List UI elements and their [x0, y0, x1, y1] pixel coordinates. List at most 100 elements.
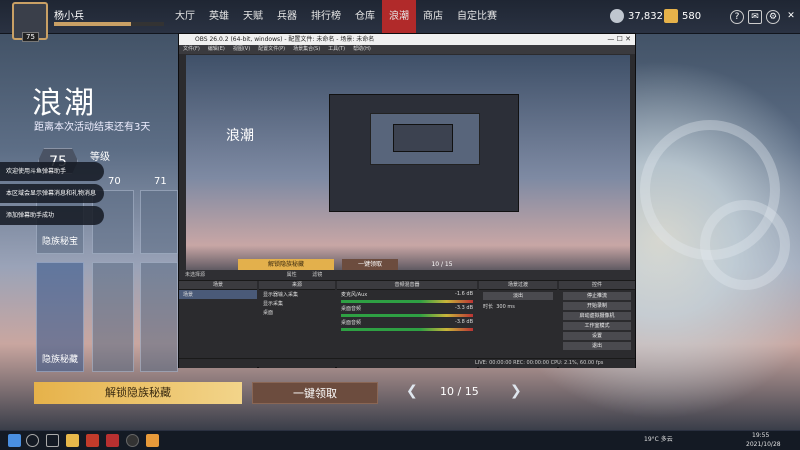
- nav-tab[interactable]: 商店: [416, 0, 450, 34]
- claim-all-button[interactable]: 一键领取: [252, 382, 378, 404]
- main-nav: 大厅 英雄 天赋 兵器 排行榜 仓库 浪潮 商店 自定比赛: [168, 0, 504, 34]
- audio-meter[interactable]: [341, 300, 473, 303]
- no-source-label: 未选择源: [185, 272, 206, 278]
- app-icon[interactable]: [146, 434, 159, 447]
- exit-button[interactable]: 退出: [563, 342, 631, 350]
- audio-meter[interactable]: [341, 328, 473, 331]
- mixer-header: 音频混音器: [337, 281, 477, 290]
- nav-tab[interactable]: 排行榜: [304, 0, 348, 34]
- stop-streaming-button[interactable]: 停止推流: [563, 292, 631, 300]
- next-page-icon[interactable]: ❯: [510, 383, 522, 399]
- audio-meter[interactable]: [341, 314, 473, 317]
- source-item[interactable]: 显示器输入采集: [259, 290, 335, 299]
- obs-titlebar: OBS 26.0.2 (64-bit, windows) - 配置文件: 未命名…: [179, 34, 635, 45]
- chat-notice: 本区域会显示弹幕消息和礼物消息: [0, 184, 104, 203]
- studio-mode-button[interactable]: 工作室模式: [563, 322, 631, 330]
- event-title: 浪潮: [32, 86, 96, 121]
- reward-card-hidden-stash[interactable]: 隐族秘藏: [36, 262, 84, 372]
- obs-menu-item[interactable]: 编辑(E): [208, 45, 225, 54]
- nav-tab[interactable]: 大厅: [168, 0, 202, 34]
- file-explorer-icon[interactable]: [66, 434, 79, 447]
- sources-dock: 来源 显示器输入采集 显示采集 桌面: [259, 281, 335, 368]
- clock-date[interactable]: 2021/10/28: [746, 441, 781, 448]
- app-icon[interactable]: [106, 434, 119, 447]
- app-icon[interactable]: [86, 434, 99, 447]
- reward-card[interactable]: [140, 190, 178, 254]
- currency-silver: 37,832: [610, 9, 663, 23]
- prev-page-icon[interactable]: ❮: [406, 383, 418, 399]
- avatar-level: 75: [22, 32, 39, 42]
- obs-menu-item[interactable]: 场景集合(S): [293, 45, 320, 54]
- nav-tab[interactable]: 兵器: [270, 0, 304, 34]
- top-bar: 75 杨小兵 大厅 英雄 天赋 兵器 排行榜 仓库 浪潮 商店 自定比赛 37,832 580 …: [0, 0, 800, 42]
- filters-button[interactable]: 滤镜: [312, 272, 322, 278]
- transition-select[interactable]: 淡出: [483, 292, 553, 300]
- obs-window-title: OBS 26.0.2 (64-bit, windows) - 配置文件: 未命名…: [195, 36, 375, 43]
- properties-button[interactable]: 属性: [287, 272, 297, 278]
- close-icon[interactable]: ✕: [784, 10, 798, 24]
- nav-tab[interactable]: 自定比赛: [450, 0, 504, 34]
- source-item[interactable]: 桌面: [259, 308, 335, 317]
- cloud-swirl: [700, 200, 790, 290]
- scenes-header: 场景: [179, 281, 257, 290]
- preview-claim-button: 一键领取: [342, 259, 398, 270]
- currency-silver-value: 37,832: [628, 10, 663, 22]
- card-label: 隐族秘宝: [41, 237, 78, 247]
- obs-menu-item[interactable]: 工具(T): [328, 45, 345, 54]
- xp-bar: [54, 22, 164, 26]
- mixer-channel-name: 桌面音频 -3.3 dB: [341, 305, 473, 312]
- scene-item[interactable]: 场景: [179, 290, 257, 299]
- windows-start-icon[interactable]: [8, 434, 21, 447]
- obs-menu-item[interactable]: 视图(V): [233, 45, 250, 54]
- mixer-channel-name: 桌面音频 -3.8 dB: [341, 319, 473, 326]
- start-recording-button[interactable]: 开始录制: [563, 302, 631, 310]
- task-view-icon[interactable]: [46, 434, 59, 447]
- clock-time[interactable]: 19:55: [752, 432, 769, 439]
- page-indicator: 10 / 15: [440, 385, 479, 398]
- nav-tab[interactable]: 英雄: [202, 0, 236, 34]
- mail-icon[interactable]: ✉: [748, 10, 762, 24]
- nav-tab[interactable]: 天赋: [236, 0, 270, 34]
- nav-tab[interactable]: 仓库: [348, 0, 382, 34]
- preview-unlock-button: 解锁隐族秘藏: [238, 259, 334, 270]
- source-item[interactable]: 显示采集: [259, 299, 335, 308]
- settings-button[interactable]: 设置: [563, 332, 631, 340]
- transitions-dock: 场景过渡 淡出 时长 300 ms: [479, 281, 557, 368]
- level-label: 等级: [90, 152, 110, 163]
- duration-row: 时长 300 ms: [483, 304, 515, 310]
- unlock-button[interactable]: 解锁隐族秘藏: [34, 382, 242, 404]
- obs-menu-item[interactable]: 文件(F): [183, 45, 200, 54]
- controls-dock: 控件 停止推流 开始录制 启动虚拟摄像机 工作室模式 设置 退出: [559, 281, 635, 368]
- window-controls[interactable]: — ☐ ✕: [607, 34, 631, 45]
- avatar[interactable]: 75: [12, 2, 48, 42]
- windows-taskbar: 19°C 多云 19:55 2021/10/28: [0, 430, 800, 450]
- level-number: 71: [154, 176, 167, 187]
- duration-input[interactable]: 300 ms: [496, 304, 515, 310]
- settings-icon[interactable]: ⚙: [766, 10, 780, 24]
- preview-pager: 10 / 15: [431, 261, 453, 268]
- reward-card[interactable]: [92, 262, 134, 372]
- controls-header: 控件: [559, 281, 635, 290]
- card-label: 隐族秘藏: [41, 355, 78, 365]
- weather[interactable]: 19°C 多云: [644, 434, 673, 443]
- mixer-channel-name: 麦克风/Aux -1.6 dB: [341, 291, 473, 298]
- chat-notice: 添加弹幕助手成功: [0, 206, 104, 225]
- username: 杨小兵: [54, 11, 84, 22]
- obs-menu-item[interactable]: 帮助(H): [353, 45, 371, 54]
- coin-icon: [610, 9, 624, 23]
- search-icon[interactable]: [26, 434, 39, 447]
- chat-notice: 欢迎使用斗鱼弹幕助手: [0, 162, 104, 181]
- preview-title: 浪潮: [226, 128, 254, 144]
- obs-menu-item[interactable]: 配置文件(P): [258, 45, 285, 54]
- virtual-camera-button[interactable]: 启动虚拟摄像机: [563, 312, 631, 320]
- level-number: 70: [108, 176, 121, 187]
- transitions-header: 场景过渡: [479, 281, 557, 290]
- help-icon[interactable]: ?: [730, 10, 744, 24]
- obs-status-bar: LIVE: 00:00:00 REC: 00:00:00 CPU: 2.1%, …: [179, 358, 635, 367]
- audio-mixer-dock: 音频混音器 麦克风/Aux -1.6 dB 桌面音频 -3.3 dB 桌面音频 …: [337, 281, 477, 368]
- obs-icon[interactable]: [126, 434, 139, 447]
- reward-card[interactable]: [140, 262, 178, 372]
- sources-header: 来源: [259, 281, 335, 290]
- obs-preview[interactable]: 浪潮 解锁隐族秘藏 一键领取 10 / 15: [186, 55, 630, 279]
- nav-tab[interactable]: 浪潮: [382, 0, 416, 34]
